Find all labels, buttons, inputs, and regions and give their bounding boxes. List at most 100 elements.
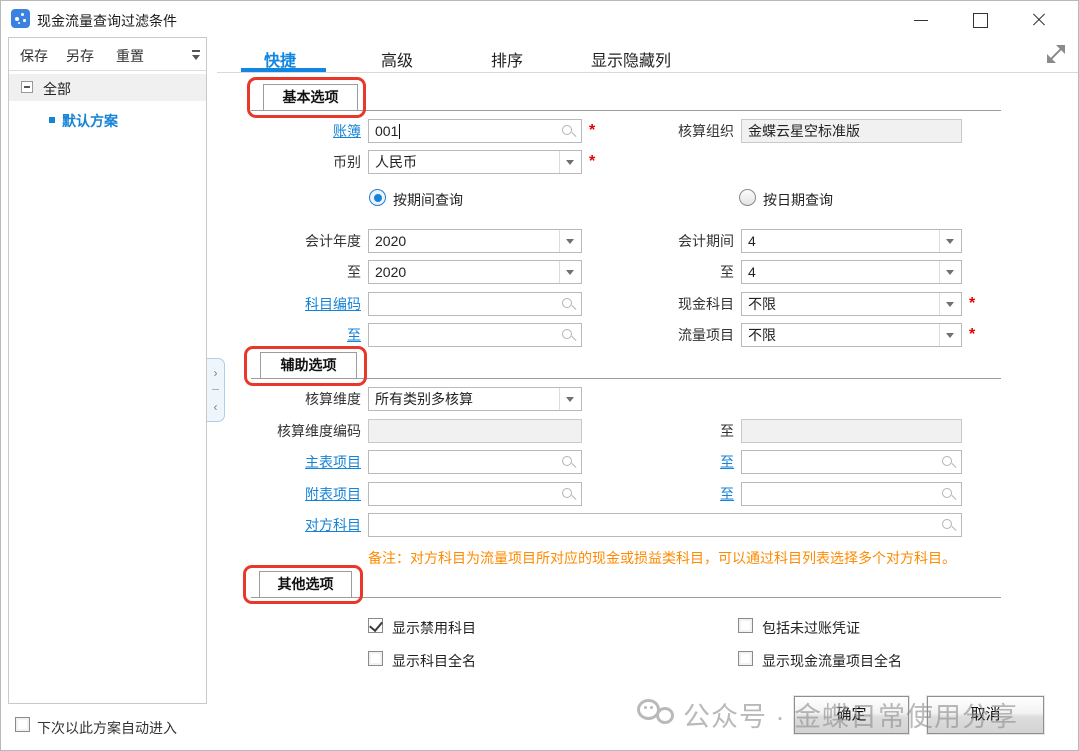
tree-item-default-scheme[interactable]: 默认方案 — [9, 108, 206, 132]
search-icon[interactable] — [940, 454, 957, 471]
search-icon[interactable] — [560, 327, 577, 344]
account-code-link[interactable]: 科目编码 — [211, 292, 361, 316]
tab-advanced[interactable]: 高级 — [381, 47, 413, 71]
dimension-select[interactable]: 所有类别多核算 — [368, 387, 582, 411]
basic-section-header[interactable]: 基本选项 — [263, 84, 358, 111]
search-icon[interactable] — [560, 454, 577, 471]
fiscal-year-select[interactable]: 2020 — [368, 229, 582, 253]
app-icon — [11, 9, 30, 28]
chevron-down-icon[interactable] — [559, 261, 581, 283]
basic-section-line — [251, 110, 1001, 111]
required-mark: * — [589, 153, 601, 171]
scheme-sidebar: 保存 另存 重置 全部 默认方案 — [8, 37, 207, 704]
chevron-down-icon[interactable] — [559, 388, 581, 410]
currency-label: 币别 — [211, 150, 361, 174]
show-disabled-accounts-checkbox[interactable] — [368, 618, 383, 633]
include-unposted-vouchers-checkbox[interactable] — [738, 618, 753, 633]
dimension-code-input — [368, 419, 582, 443]
fullscreen-expand-icon[interactable] — [1047, 45, 1065, 63]
auto-enter-checkbox[interactable] — [15, 717, 30, 732]
chevron-down-icon[interactable] — [939, 261, 961, 283]
other-section-line — [251, 597, 1001, 598]
counter-account-input[interactable] — [368, 513, 962, 537]
search-icon[interactable] — [560, 486, 577, 503]
close-icon[interactable] — [1024, 9, 1054, 31]
period-to-label: 至 — [584, 260, 734, 284]
search-icon[interactable] — [940, 486, 957, 503]
main-item-link[interactable]: 主表项目 — [211, 450, 361, 474]
currency-select[interactable]: 人民币 — [368, 150, 582, 174]
main-item-to-input[interactable] — [741, 450, 962, 474]
dimension-code-to-label: 至 — [584, 419, 734, 443]
search-icon[interactable] — [560, 296, 577, 313]
auto-enter-label[interactable]: 下次以此方案自动进入 — [37, 718, 177, 738]
menu-save[interactable]: 保存 — [20, 46, 48, 66]
chevron-down-icon[interactable] — [939, 293, 961, 315]
titlebar: 现金流量查询过滤条件 — [1, 1, 1078, 37]
menu-overflow-icon[interactable] — [191, 49, 201, 61]
required-mark: * — [969, 295, 981, 313]
sub-item-input[interactable] — [368, 482, 582, 506]
scheme-menubar: 保存 另存 重置 — [9, 38, 206, 71]
by-date-label[interactable]: 按日期查询 — [763, 190, 833, 210]
account-code-input[interactable] — [368, 292, 582, 316]
wechat-icon — [637, 699, 679, 729]
org-label: 核算组织 — [584, 119, 734, 143]
dimension-label: 核算维度 — [211, 387, 361, 411]
show-full-flow-item-name-label[interactable]: 显示现金流量项目全名 — [762, 651, 902, 671]
org-input: 金蝶云星空标准版 — [741, 119, 962, 143]
expand-right-icon[interactable]: › — [207, 367, 224, 379]
search-icon[interactable] — [560, 123, 577, 140]
by-date-radio[interactable] — [739, 189, 756, 206]
by-period-label[interactable]: 按期间查询 — [393, 190, 463, 210]
fiscal-year-label: 会计年度 — [211, 229, 361, 253]
tree-root-all[interactable]: 全部 — [9, 74, 206, 101]
fiscal-year-to-select[interactable]: 2020 — [368, 260, 582, 284]
note-text: 备注：对方科目为流量项目所对应的现金或损益类科目，可以通过科目列表选择多个对方科… — [368, 548, 956, 568]
show-disabled-accounts-label[interactable]: 显示禁用科目 — [392, 618, 476, 638]
show-full-account-name-checkbox[interactable] — [368, 651, 383, 666]
tab-show-hide-columns[interactable]: 显示隐藏列 — [591, 47, 671, 71]
main-item-to-link[interactable]: 至 — [584, 450, 734, 474]
auxiliary-section-header[interactable]: 辅助选项 — [260, 352, 357, 379]
sub-item-to-link[interactable]: 至 — [584, 482, 734, 506]
menu-save-as[interactable]: 另存 — [66, 46, 94, 66]
ok-button[interactable]: 确定 — [794, 696, 909, 734]
include-unposted-vouchers-label[interactable]: 包括未过账凭证 — [762, 618, 860, 638]
filter-dialog: 现金流量查询过滤条件 保存 另存 重置 全部 默认方案 下次以此方案自动进入 ›… — [0, 0, 1079, 751]
window-title: 现金流量查询过滤条件 — [37, 11, 177, 31]
other-section-header[interactable]: 其他选项 — [259, 571, 352, 598]
tree-collapse-icon[interactable] — [21, 81, 33, 93]
period-to-select[interactable]: 4 — [741, 260, 962, 284]
cash-account-select[interactable]: 不限 — [741, 292, 962, 316]
sub-item-to-input[interactable] — [741, 482, 962, 506]
menu-reset[interactable]: 重置 — [116, 46, 144, 66]
chevron-down-icon[interactable] — [559, 151, 581, 173]
period-label: 会计期间 — [584, 229, 734, 253]
dimension-code-to-input — [741, 419, 962, 443]
main-item-input[interactable] — [368, 450, 582, 474]
maximize-icon[interactable] — [964, 9, 994, 31]
tab-sort[interactable]: 排序 — [491, 47, 523, 71]
show-full-flow-item-name-checkbox[interactable] — [738, 651, 753, 666]
account-code-to-input[interactable] — [368, 323, 582, 347]
chevron-down-icon[interactable] — [939, 230, 961, 252]
fiscal-year-to-label: 至 — [211, 260, 361, 284]
account-code-to-link[interactable]: 至 — [211, 323, 361, 347]
cancel-button[interactable]: 取消 — [927, 696, 1044, 734]
account-book-input[interactable]: 001 — [368, 119, 582, 143]
search-icon[interactable] — [940, 517, 957, 534]
cash-account-label: 现金科目 — [584, 292, 734, 316]
chevron-down-icon[interactable] — [939, 324, 961, 346]
auxiliary-section-line — [251, 378, 1001, 379]
by-period-radio[interactable] — [369, 189, 386, 206]
show-full-account-name-label[interactable]: 显示科目全名 — [392, 651, 476, 671]
flow-item-select[interactable]: 不限 — [741, 323, 962, 347]
bullet-icon — [49, 117, 55, 123]
counter-account-link[interactable]: 对方科目 — [211, 513, 361, 537]
minimize-icon[interactable] — [906, 9, 936, 31]
period-select[interactable]: 4 — [741, 229, 962, 253]
account-book-link[interactable]: 账簿 — [211, 119, 361, 143]
sub-item-link[interactable]: 附表项目 — [211, 482, 361, 506]
chevron-down-icon[interactable] — [559, 230, 581, 252]
